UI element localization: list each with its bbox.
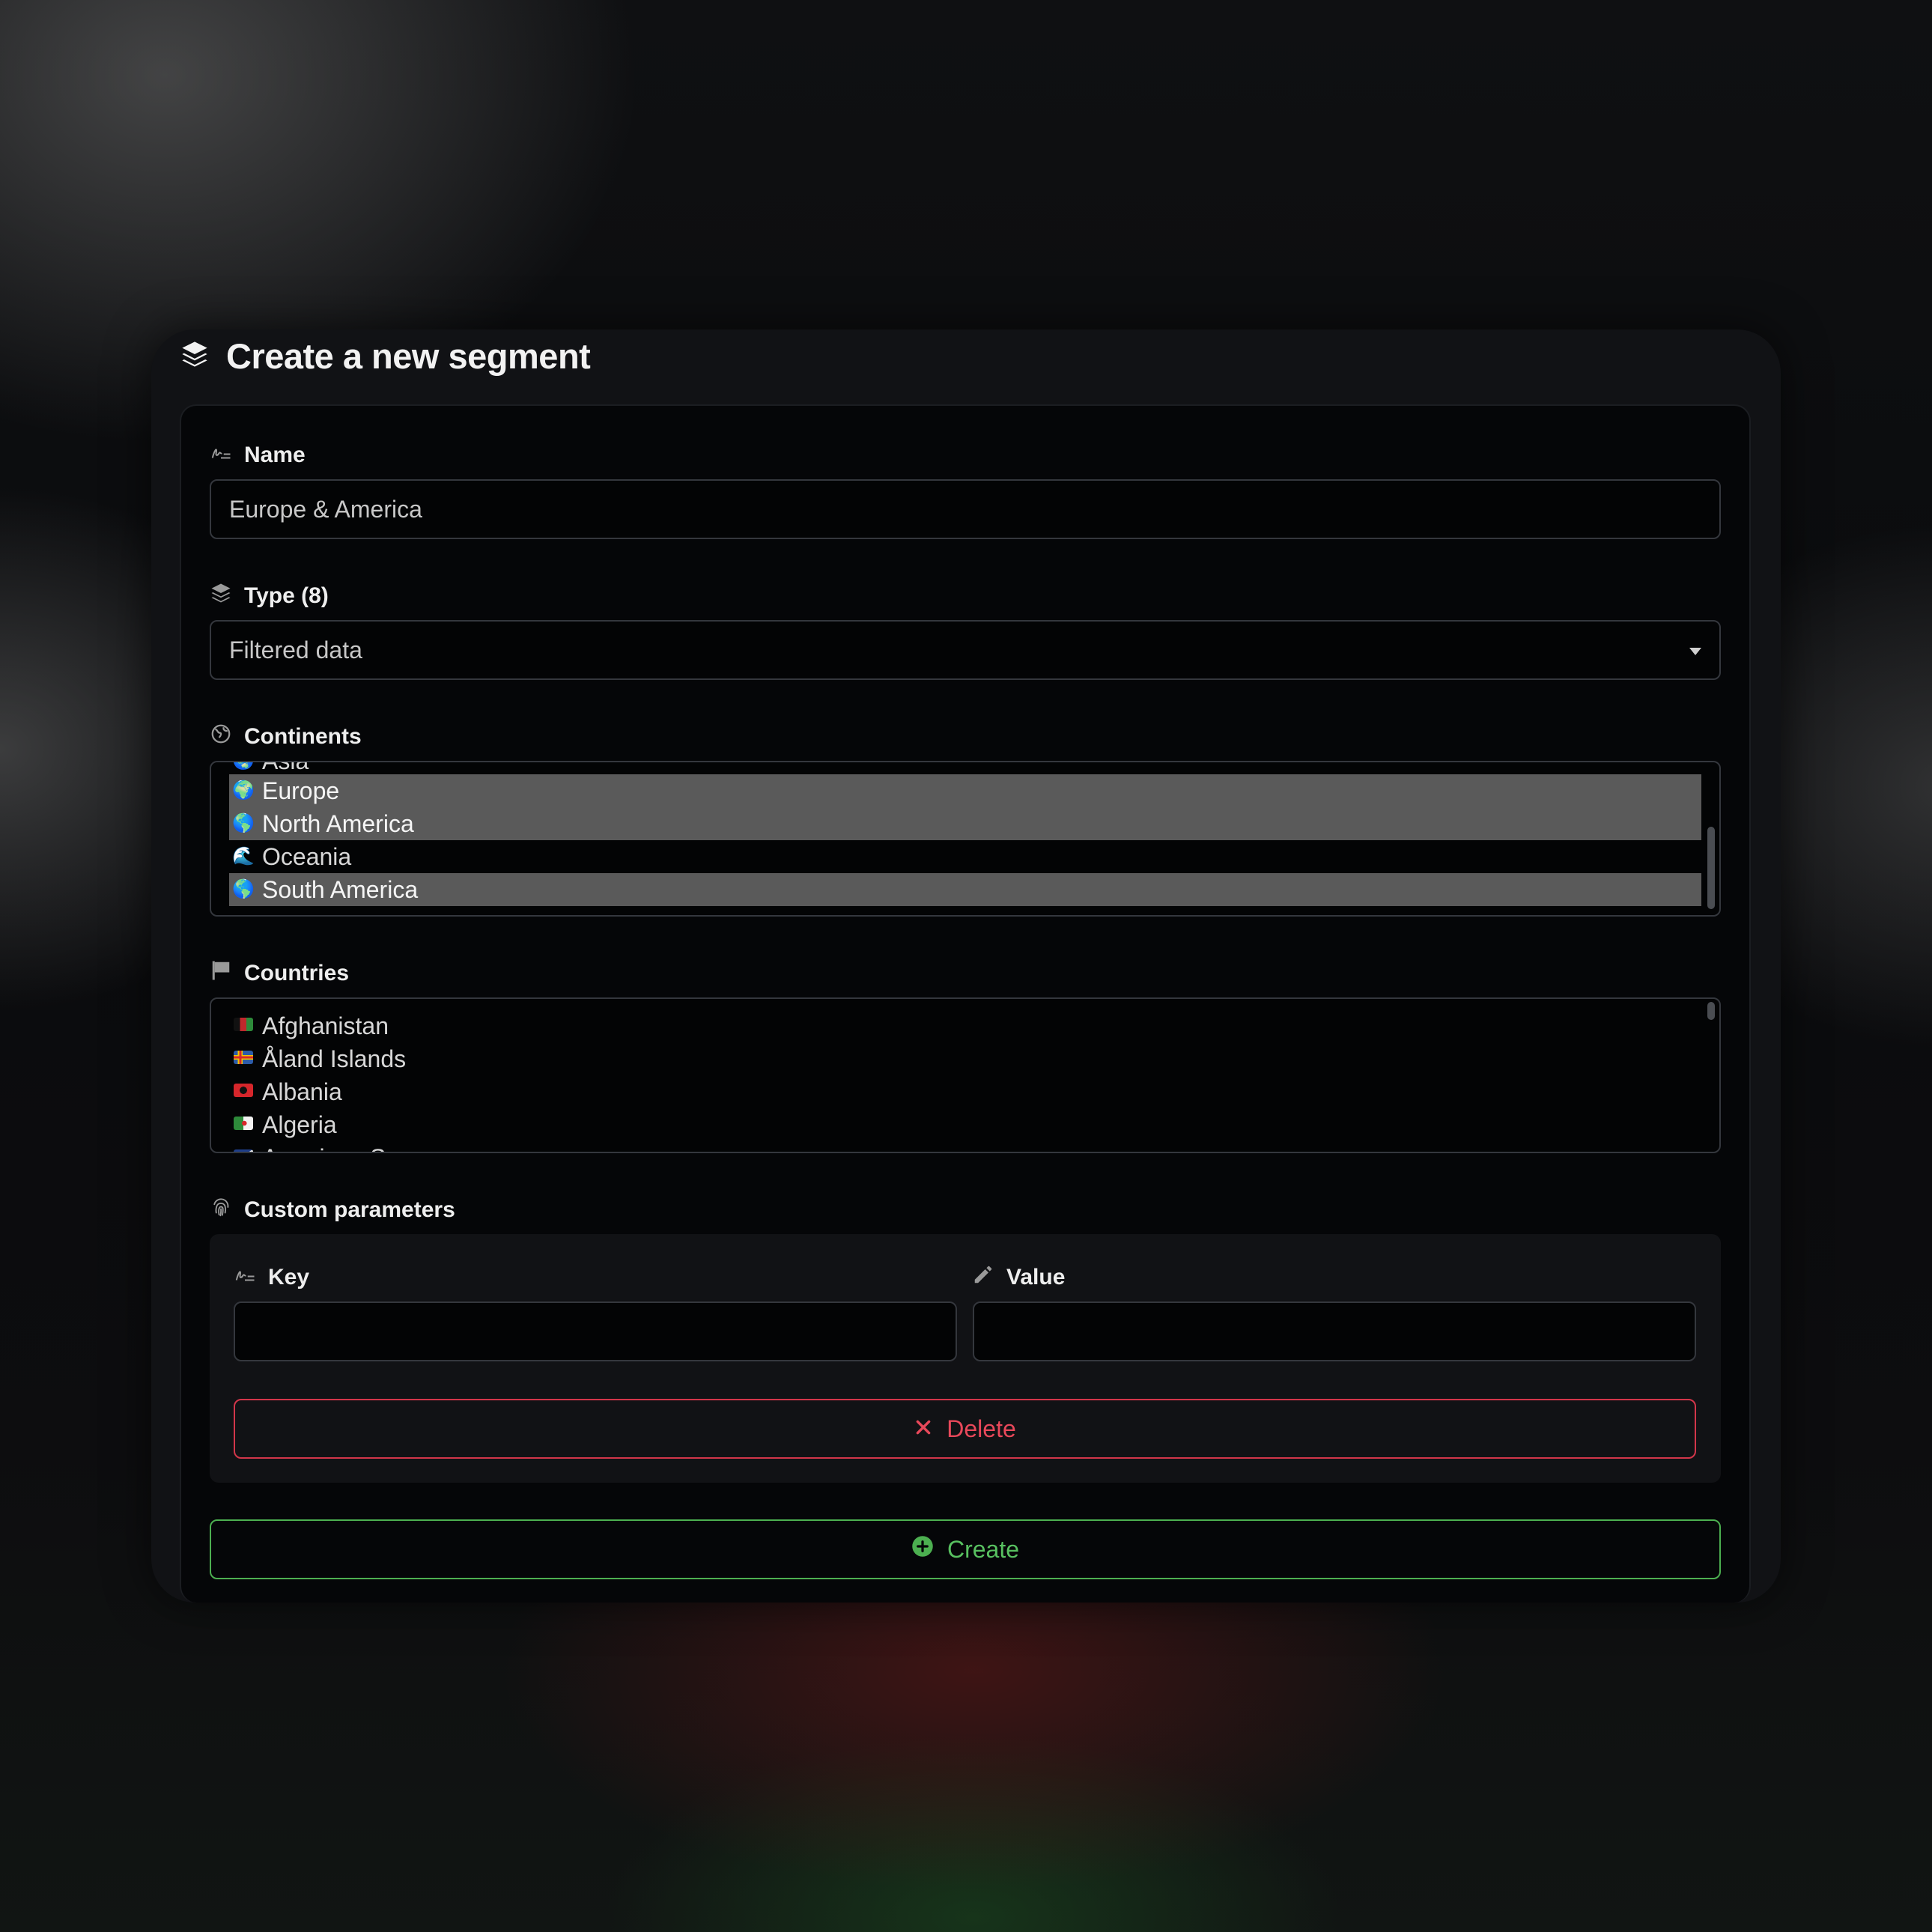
flag-icon [210, 959, 232, 988]
continent-option-south-america[interactable]: 🌎 South America [229, 873, 1701, 906]
name-label-row: Name [210, 441, 306, 470]
globe-americas-icon: 🌎 [232, 879, 255, 899]
globe-americas-icon: 🌎 [232, 813, 255, 833]
flag-albania-icon [232, 1083, 255, 1101]
continents-listbox[interactable]: 🌏 Asia 🌍 Europe 🌎 North America 🌊 Oceani… [210, 761, 1721, 917]
create-button[interactable]: Create [210, 1519, 1721, 1579]
pencil-icon [972, 1263, 994, 1292]
continents-label: Continents [244, 724, 362, 749]
key-label: Key [268, 1265, 310, 1289]
layers-icon [210, 582, 232, 610]
create-button-label: Create [947, 1535, 1020, 1563]
continent-option-oceania[interactable]: 🌊 Oceania [229, 840, 1701, 873]
countries-scrollbar[interactable] [1707, 1002, 1715, 1020]
flag-afghanistan-icon [232, 1017, 255, 1035]
globe-europe-icon: 🌍 [232, 780, 255, 801]
continents-label-row: Continents [210, 723, 362, 751]
flag-aland-icon [232, 1050, 255, 1068]
country-option-afghanistan[interactable]: Afghanistan [229, 1009, 1701, 1042]
continents-scrollbar[interactable] [1707, 827, 1715, 909]
country-option-albania[interactable]: Albania [229, 1075, 1701, 1108]
custom-parameters-label: Custom parameters [244, 1197, 455, 1222]
continent-option-north-america[interactable]: 🌎 North America [229, 807, 1701, 840]
page-title: Create a new segment [226, 336, 591, 376]
delete-button[interactable]: Delete [234, 1399, 1696, 1459]
signature-icon [234, 1263, 256, 1292]
fingerprint-icon [210, 1196, 232, 1224]
caret-down-icon [1689, 648, 1701, 655]
close-icon [914, 1415, 933, 1443]
dialog-header: Create a new segment [180, 335, 591, 377]
countries-label-row: Countries [210, 959, 349, 988]
globe-icon [210, 723, 232, 751]
country-option-american-samoa[interactable]: American Samoa [229, 1141, 1701, 1152]
name-label: Name [244, 443, 306, 467]
type-label-row: Type (8) [210, 582, 329, 610]
flag-algeria-icon [232, 1116, 255, 1134]
signature-icon [210, 441, 232, 470]
plus-circle-icon [911, 1535, 934, 1564]
layers-icon [180, 339, 210, 373]
key-label-row: Key [234, 1263, 309, 1292]
type-select-value: Filtered data [229, 636, 362, 663]
wave-icon: 🌊 [232, 846, 255, 866]
countries-label: Countries [244, 961, 350, 985]
type-select[interactable]: Filtered data [210, 620, 1721, 680]
name-input[interactable]: Europe & America [210, 479, 1721, 539]
country-option-aland-islands[interactable]: Åland Islands [229, 1042, 1701, 1075]
value-input[interactable] [973, 1301, 1696, 1361]
custom-parameters-label-row: Custom parameters [210, 1196, 455, 1224]
value-label-row: Value [972, 1263, 1065, 1292]
key-input[interactable] [234, 1301, 957, 1361]
continent-option-europe[interactable]: 🌍 Europe [229, 774, 1701, 807]
flag-american-samoa-icon [232, 1149, 255, 1152]
delete-button-label: Delete [947, 1415, 1016, 1442]
type-label: Type (8) [244, 583, 329, 608]
countries-listbox[interactable]: Afghanistan Åland Islands Albania Algeri… [210, 997, 1721, 1153]
name-input-value: Europe & America [229, 495, 422, 523]
country-option-algeria[interactable]: Algeria [229, 1108, 1701, 1141]
value-label: Value [1006, 1265, 1066, 1289]
globe-icon: 🌏 [232, 762, 255, 770]
